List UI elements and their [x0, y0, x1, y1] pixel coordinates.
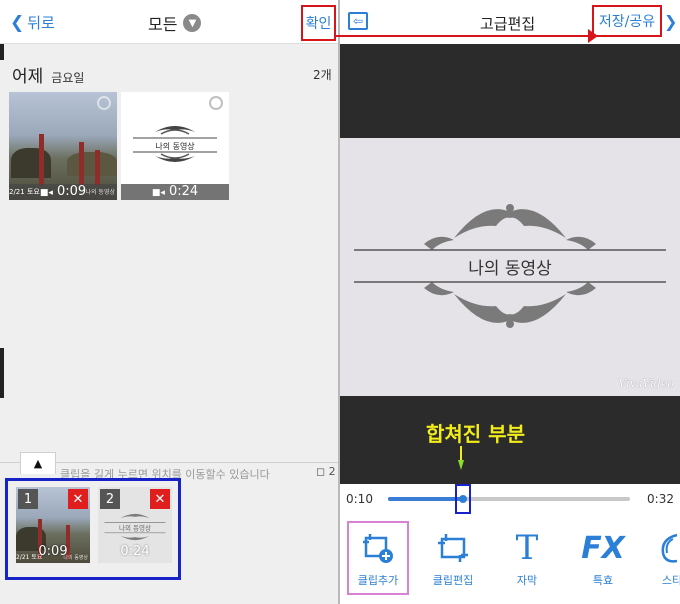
watermark: VivaVideo — [618, 377, 674, 390]
close-icon: ✕ — [72, 491, 84, 507]
save-share-label: 저장/공유 — [598, 14, 656, 30]
selected-clip[interactable]: 1 ✕ 2/21 토요 나의 동영상 0:09 — [16, 487, 90, 563]
thumbnail-scenery — [39, 134, 44, 186]
editor-panel: ⇦ 고급편집 저장/공유 ❯ 나의 동영상 VivaVideo 합쳐진 부분 0… — [340, 0, 680, 604]
tool-sticker[interactable]: 스티 — [642, 516, 680, 600]
exit-editor-button[interactable]: ⇦ — [348, 12, 368, 30]
sticker-icon — [650, 526, 680, 570]
back-arrow-icon: ⇦ — [352, 14, 364, 28]
thumbnail-scenery — [67, 152, 117, 176]
clip-add-icon — [356, 526, 400, 570]
date-section-header: 어제 금요일 — [12, 62, 84, 87]
expand-tray-button[interactable]: ▲ — [20, 452, 56, 474]
text-icon: T — [505, 526, 549, 570]
thumbnail-scenery — [79, 142, 84, 186]
save-share-button[interactable]: 저장/공유 — [592, 5, 662, 37]
tool-text[interactable]: T 자막 — [492, 516, 562, 600]
ornament-frame-icon: 나의 동영상 — [354, 204, 666, 328]
fx-icon: FX — [581, 526, 625, 570]
triangle-up-icon: ▲ — [33, 457, 43, 470]
arrow-down-icon — [458, 446, 464, 470]
chevron-left-icon: ❮ — [10, 12, 25, 33]
back-label: 뒤로 — [27, 14, 55, 32]
total-time: 0:32 — [647, 492, 674, 506]
clip-count-icon: ◻ — [316, 465, 326, 478]
video-preview[interactable]: 나의 동영상 VivaVideo — [340, 138, 680, 396]
ornament-frame-icon: 나의 동영상 — [133, 126, 217, 162]
tool-label: 클립추가 — [357, 574, 399, 587]
album-panel: ❮ 뒤로 모든 ▼ 확인 어제 금요일 2개 2/21 토요 나의 동영상 ■◂… — [0, 0, 338, 604]
merge-annotation: 합쳐진 부분 — [426, 422, 525, 446]
editor-title: 고급편집 — [480, 15, 536, 33]
editor-header: ⇦ 고급편집 저장/공유 ❯ — [340, 0, 680, 44]
chevron-right-icon: ❯ — [664, 12, 678, 31]
tool-clip-edit[interactable]: 클립편집 — [418, 516, 488, 600]
clip-duration: 0:09 — [38, 544, 68, 559]
zoom-icon[interactable] — [209, 96, 223, 110]
close-icon: ✕ — [154, 491, 166, 507]
video-thumbnail[interactable]: 2/21 토요 나의 동영상 ■◂ 0:09 — [9, 92, 117, 200]
section-count: 2개 — [313, 68, 332, 82]
clip-index-badge: 2 — [100, 489, 120, 509]
section-title: 어제 — [12, 67, 44, 87]
timeline[interactable]: 0:10 0:32 — [340, 484, 680, 516]
editor-toolbar: 클립추가 클립편집 T 자막 FX 특효 스티 — [340, 516, 680, 604]
current-time: 0:10 — [346, 492, 373, 506]
annotation-arrow-line — [336, 35, 588, 37]
album-selector[interactable]: 모든 ▼ — [148, 11, 202, 35]
thumbnail-title: 나의 동영상 — [155, 141, 195, 151]
tool-clip-add[interactable]: 클립추가 — [343, 516, 413, 600]
side-accent — [0, 44, 4, 60]
video-camera-icon: ■◂ — [151, 188, 165, 198]
zoom-icon[interactable] — [97, 96, 111, 110]
thumbnail-scenery — [11, 148, 51, 178]
remove-clip-button[interactable]: ✕ — [68, 489, 88, 509]
fx-glyph: FX — [581, 530, 625, 566]
selected-clip[interactable]: 나의 동영상 2 ✕ 0:24 — [98, 487, 172, 563]
duration-text: 0:09 — [56, 184, 87, 199]
tool-label: 특효 — [592, 574, 614, 587]
video-camera-icon: ■◂ — [39, 188, 53, 198]
clip-edit-icon — [431, 526, 475, 570]
clip-duration: 0:24 — [120, 544, 150, 559]
tool-label: 자막 — [516, 574, 538, 587]
back-button[interactable]: ❮ 뒤로 — [10, 12, 55, 33]
video-duration: ■◂ 0:24 — [121, 184, 229, 199]
side-accent — [0, 348, 4, 398]
clip-index-badge: 1 — [18, 489, 38, 509]
album-header: ❮ 뒤로 모든 ▼ 확인 — [0, 0, 338, 44]
thumbnail-scenery — [95, 150, 100, 186]
duration-text: 0:24 — [168, 184, 199, 199]
tool-fx[interactable]: FX 특효 — [568, 516, 638, 600]
preview-title: 나의 동영상 — [468, 259, 552, 279]
tool-label: 클립편집 — [432, 574, 474, 587]
tray-count-value: 2 — [328, 465, 336, 478]
chevron-down-icon: ▼ — [183, 14, 202, 32]
video-duration: ■◂ 0:09 — [9, 184, 117, 199]
video-thumbnail[interactable]: 나의 동영상 ■◂ 0:24 — [121, 92, 229, 200]
tray-count: ◻ 2 — [316, 465, 336, 478]
timeline-progress — [388, 497, 464, 501]
tool-label: 스티 — [661, 574, 680, 587]
timeline-scrubber[interactable] — [455, 484, 472, 514]
selected-clips-tray: 1 ✕ 2/21 토요 나의 동영상 0:09 나의 동영상 2 ✕ 0:24 — [5, 478, 181, 580]
album-title: 모든 — [148, 15, 178, 34]
section-subtitle: 금요일 — [51, 71, 85, 85]
text-glyph: T — [515, 528, 539, 568]
remove-clip-button[interactable]: ✕ — [150, 489, 170, 509]
confirm-label: 확인 — [305, 16, 332, 32]
annotation-arrow-head — [588, 29, 598, 43]
confirm-button[interactable]: 확인 — [301, 5, 336, 41]
scrubber-handle[interactable] — [459, 495, 468, 503]
